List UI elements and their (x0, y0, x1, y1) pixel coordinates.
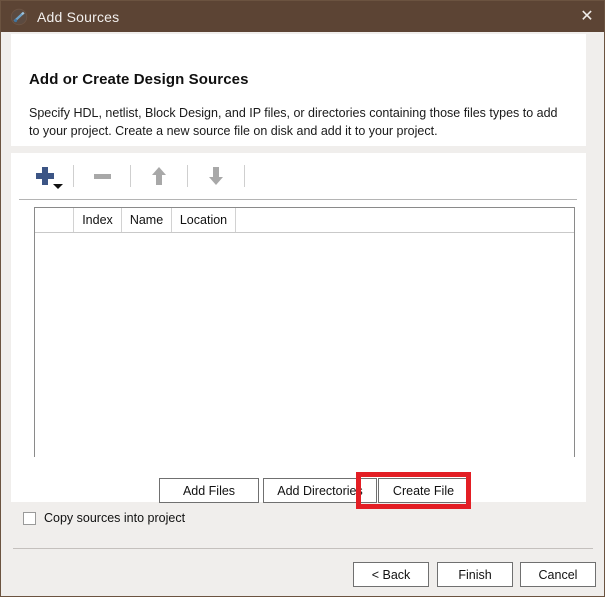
move-down-button[interactable] (196, 161, 236, 191)
add-sources-dialog: Add Sources ✕ Add or Create Design Sourc… (0, 0, 605, 597)
column-header-filler (236, 208, 574, 232)
chevron-down-icon (53, 184, 63, 189)
toolbar-separator (244, 165, 245, 187)
remove-source-button[interactable] (82, 161, 122, 191)
toolbar-spacer (11, 146, 586, 153)
footer-divider (13, 548, 593, 549)
plus-icon (36, 167, 54, 185)
window-title: Add Sources (37, 8, 120, 25)
cancel-button[interactable]: Cancel (520, 562, 596, 587)
arrow-up-icon (152, 167, 166, 185)
create-file-button[interactable]: Create File (378, 478, 469, 503)
column-header-index[interactable]: Index (74, 208, 122, 232)
toolbar-separator (187, 165, 188, 187)
source-list-body[interactable] (35, 233, 574, 457)
back-button[interactable]: < Back (353, 562, 429, 587)
column-header-location[interactable]: Location (172, 208, 236, 232)
vivado-app-icon (10, 8, 28, 26)
source-list[interactable]: Index Name Location (34, 207, 575, 457)
titlebar: Add Sources ✕ (1, 1, 604, 32)
toolbar-separator (130, 165, 131, 187)
arrow-down-icon (209, 167, 223, 185)
minus-icon (93, 173, 111, 179)
add-files-button[interactable]: Add Files (159, 478, 259, 503)
add-source-button[interactable] (25, 161, 65, 191)
source-list-header: Index Name Location (35, 208, 574, 233)
move-up-button[interactable] (139, 161, 179, 191)
copy-sources-label: Copy sources into project (44, 511, 186, 525)
page-title: Add or Create Design Sources (29, 71, 249, 88)
close-icon[interactable]: ✕ (574, 5, 600, 29)
toolbar-divider (19, 199, 577, 200)
finish-button[interactable]: Finish (437, 562, 513, 587)
sources-toolbar (11, 153, 586, 199)
toolbar-separator (73, 165, 74, 187)
column-header-blank[interactable] (35, 208, 74, 232)
page-description: Specify HDL, netlist, Block Design, and … (29, 106, 558, 138)
content-panel: Add or Create Design Sources Specify HDL… (11, 34, 586, 503)
copy-sources-checkbox[interactable]: Copy sources into project (23, 511, 185, 525)
checkbox-icon[interactable] (23, 511, 36, 525)
column-header-name[interactable]: Name (122, 208, 172, 232)
add-directories-button[interactable]: Add Directories (263, 478, 377, 503)
